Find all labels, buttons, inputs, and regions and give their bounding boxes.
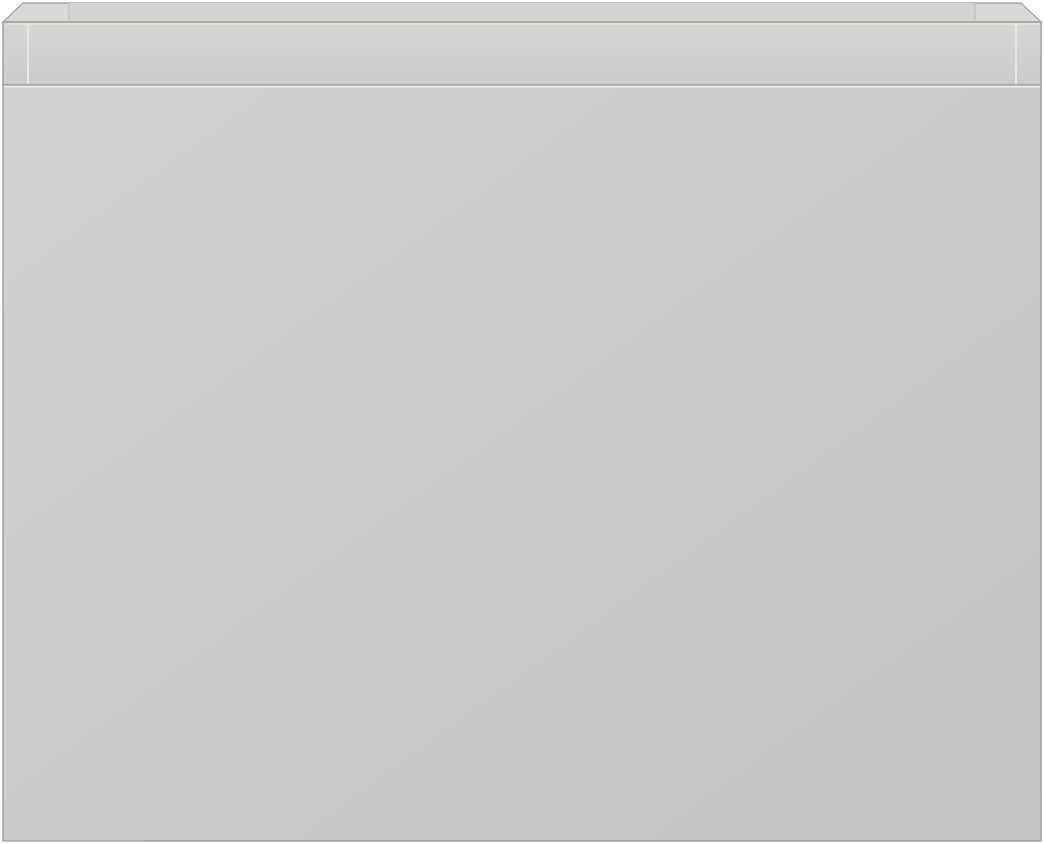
cabinet-illustration xyxy=(1,2,1043,842)
cabinet-top-rim xyxy=(2,21,1042,86)
cabinet-drawer-front xyxy=(2,84,1042,842)
product-image xyxy=(0,0,1044,844)
cabinet-interior xyxy=(1,2,1043,23)
